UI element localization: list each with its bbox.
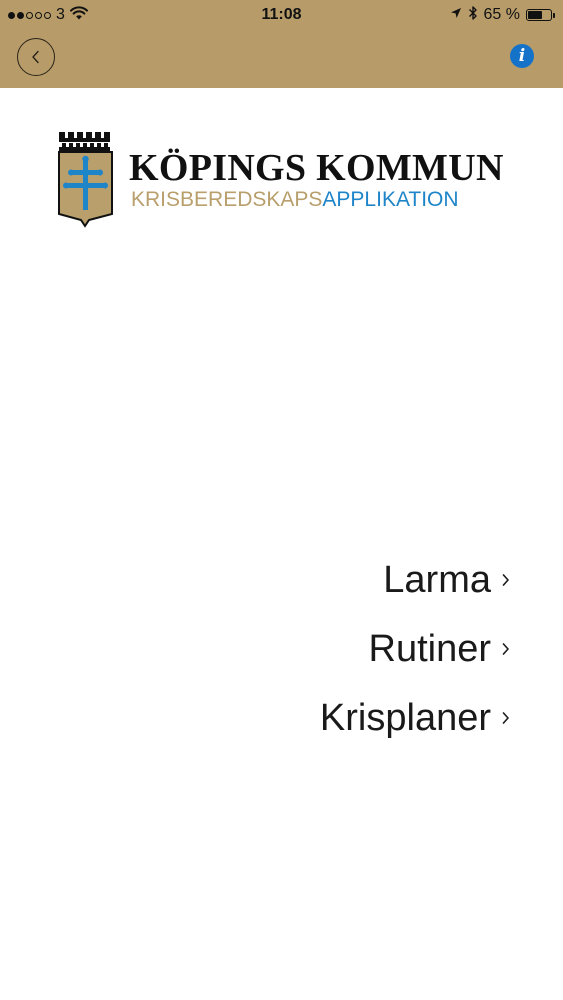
- menu-item-label: Larma: [383, 558, 491, 601]
- chevron-left-icon: [31, 50, 41, 64]
- bluetooth-icon: [468, 5, 478, 26]
- info-button[interactable]: i: [510, 44, 534, 68]
- menu-item-larma[interactable]: Larma: [320, 545, 510, 614]
- header: 3 11:08 65 % i: [0, 0, 563, 88]
- menu-item-label: Rutiner: [368, 627, 492, 670]
- logo-subtitle-part2: APPLIKATION: [322, 188, 459, 211]
- status-right: 65 %: [450, 5, 555, 25]
- back-button[interactable]: [17, 38, 55, 76]
- chevron-right-icon: [502, 642, 510, 656]
- info-icon: i: [518, 46, 526, 66]
- battery-icon: [526, 9, 555, 21]
- coat-of-arms-icon: [57, 130, 117, 233]
- kommun-logo: KÖPINGS KOMMUN KRISBEREDSKAPSAPPLIKATION: [57, 130, 507, 230]
- battery-percent: 65 %: [483, 6, 520, 23]
- logo-title: KÖPINGS KOMMUN: [129, 147, 504, 189]
- chevron-right-icon: [502, 573, 510, 587]
- status-bar: 3 11:08 65 %: [0, 0, 563, 30]
- menu-item-rutiner[interactable]: Rutiner: [320, 614, 510, 683]
- chevron-right-icon: [502, 711, 510, 725]
- menu-item-label: Krisplaner: [319, 696, 491, 739]
- app-screen: 3 11:08 65 % i KÖPINGS KOMMUN KRISBEREDS…: [0, 0, 563, 1000]
- logo-subtitle-part1: KRISBEREDSKAPS: [131, 188, 323, 211]
- logo-subtitle: KRISBEREDSKAPSAPPLIKATION: [131, 188, 459, 212]
- menu-item-krisplaner[interactable]: Krisplaner: [320, 683, 510, 752]
- main-menu: Larma Rutiner Krisplaner: [320, 545, 510, 752]
- nav-bar: i: [0, 30, 563, 88]
- location-arrow-icon: [450, 6, 462, 24]
